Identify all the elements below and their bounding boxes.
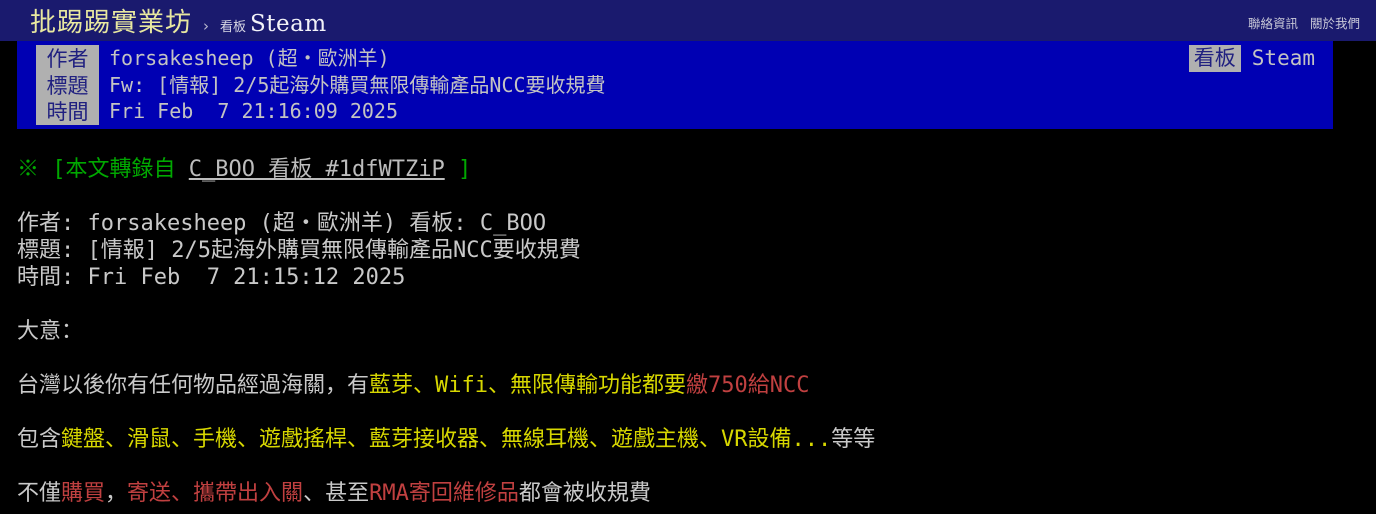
forward-notice-prefix: [本文轉錄自 [52,157,176,182]
customs-fee-line: 台灣以後你有任何物品經過海關，有藍芽、Wifi、無限傳輸功能都要繳750給NCC [17,372,1376,399]
nav-link-about[interactable]: 關於我們 [1310,13,1360,32]
device-line-etc: 等等 [831,427,876,452]
scope-line: 不僅購買，寄送、攜帶出入關、甚至RMA寄回維修品都會被收規費 [17,480,1376,507]
breadcrumb-board-prefix: 看板 [220,20,247,35]
scope-line-shipping-carry: 寄送、攜帶出入關 [127,481,304,506]
scope-line-even: 甚至 [325,481,370,506]
device-line-items: 鍵盤、滑鼠、手機、遊戲搖桿、藍芽接收器、無線耳機、遊戲主機、VR設備... [61,427,832,452]
breadcrumb-separator-icon: › [203,17,210,35]
scope-line-comma: ， [105,481,128,506]
nav-link-contact[interactable]: 聯絡資訊 [1248,13,1298,32]
breadcrumb-board-name: Steam [250,11,327,37]
body-blank-line-6 [17,453,1376,480]
article-meta-label-column: 作者 標題 時間 [36,45,99,125]
meta-label-title: 標題 [46,73,89,98]
scope-line-purchase: 購買 [61,481,106,506]
nav-links-group: 聯絡資訊 關於我們 [1248,13,1360,32]
article-body: ※ [本文轉錄自 C_BOO 看板 #1dfWTZiP ] 作者: forsak… [17,129,1376,507]
original-time-line: 時間: Fri Feb 7 21:15:12 2025 [17,265,406,290]
body-blank-line-5 [17,399,1376,426]
meta-label-time: 時間 [46,100,89,124]
top-navigation-bar: 批踢踢實業坊 › 看板 Steam 聯絡資訊 關於我們 [0,0,1376,41]
scope-line-separator: 、 [303,481,326,506]
forward-source-link[interactable]: C_BOO 看板 #1dfWTZiP [189,157,445,182]
customs-line-wireless-features: 藍芽、Wifi、無限傳輸功能都要 [369,373,686,398]
forward-notice-line: ※ [本文轉錄自 C_BOO 看板 #1dfWTZiP ] [17,156,1376,183]
customs-line-fee-amount: 繳750給NCC [686,373,810,398]
body-blank-line-1 [17,129,1376,156]
body-blank-line-2 [17,183,1376,210]
meta-value-title: Fw: [情報] 2/5起海外購買無限傳輸產品NCC要收規費 [109,72,606,97]
meta-value-time: Fri Feb 7 21:16:09 2025 [109,99,398,123]
article-board-indicator: 看板 Steam [1188,45,1315,72]
summary-heading-line: 大意： [17,319,84,344]
breadcrumb: 批踢踢實業坊 › 看板 Steam [30,2,327,39]
device-list-line: 包含鍵盤、滑鼠、手機、遊戲搖桿、藍芽接收器、無線耳機、遊戲主機、VR設備...等… [17,426,1376,453]
customs-line-intro: 台灣以後你有任何物品經過海關，有 [17,373,370,398]
board-chip-value: Steam [1251,46,1315,70]
meta-value-author: forsakesheep (超・歐洲羊) [109,46,390,70]
scope-line-outro: 都會被收規費 [518,481,651,506]
scope-line-intro: 不僅 [17,481,62,506]
breadcrumb-board-link[interactable]: 看板 Steam [220,11,327,37]
original-title-line: 標題: [情報] 2/5起海外購買無限傳輸產品NCC要收規費 [17,238,581,263]
body-blank-line-4 [17,345,1376,372]
board-chip-label: 看板 [1188,45,1241,72]
article-meta-value-column: forsakesheep (超・歐洲羊) Fw: [情報] 2/5起海外購買無限… [109,45,606,125]
device-line-intro: 包含 [17,427,62,452]
body-blank-line-3 [17,291,1376,318]
forward-notice-suffix: ] [457,157,472,182]
article-meta-header: 作者 標題 時間 forsakesheep (超・歐洲羊) Fw: [情報] 2… [17,41,1333,129]
scope-line-rma: RMA寄回維修品 [369,481,519,506]
site-title-link[interactable]: 批踢踢實業坊 [30,2,192,39]
original-author-line: 作者: forsakesheep (超・歐洲羊) 看板: C_BOO [17,211,547,236]
meta-label-author: 作者 [46,47,89,71]
forward-notice-marker-icon: ※ [17,157,40,182]
